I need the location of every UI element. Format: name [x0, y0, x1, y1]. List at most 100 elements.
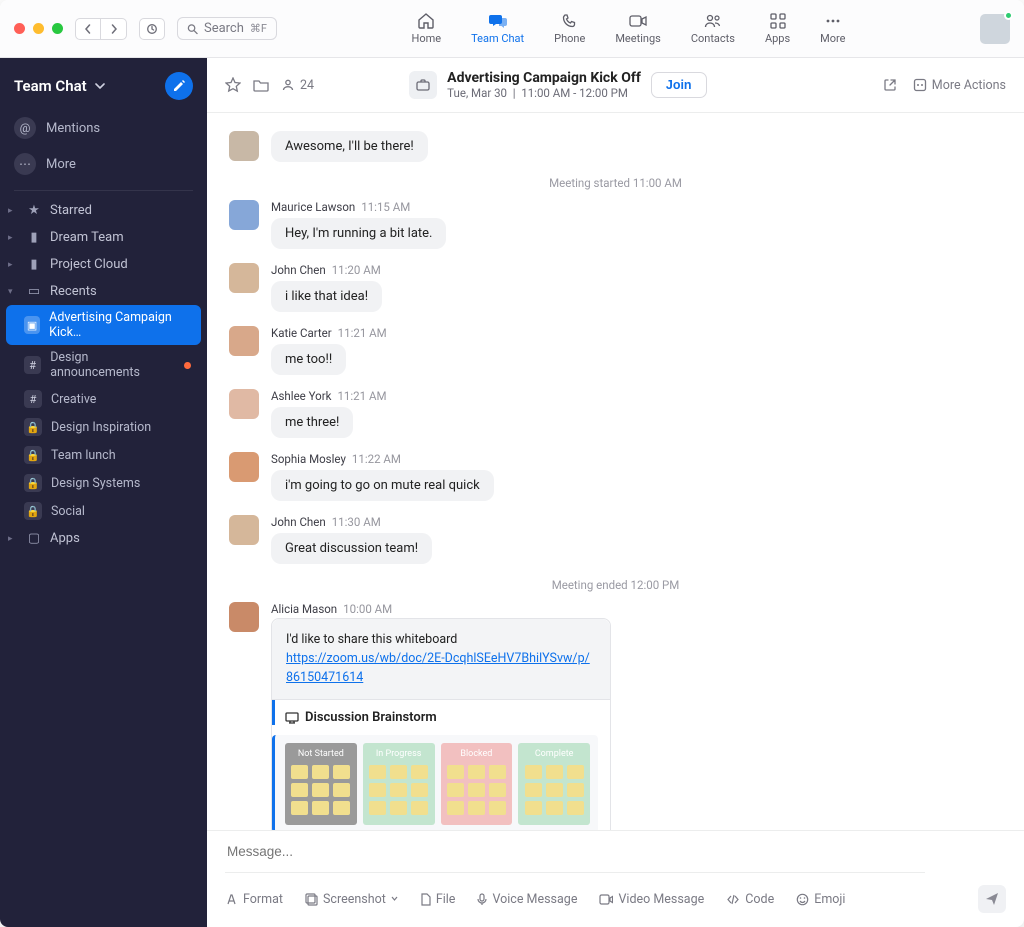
close-window[interactable] — [14, 23, 25, 34]
contacts-icon — [703, 12, 723, 30]
members-count[interactable]: 24 — [281, 78, 314, 93]
chat-subtitle: Tue, Mar 30 | 11:00 AM - 12:00 PM — [447, 86, 641, 100]
message-bubble[interactable]: Hey, I'm running a bit late. — [271, 218, 446, 249]
nav-apps[interactable]: Apps — [765, 12, 790, 45]
voice-message-button[interactable]: Voice Message — [477, 892, 577, 907]
profile-avatar[interactable] — [980, 14, 1010, 44]
channel-campaign[interactable]: ▣Advertising Campaign Kick… — [6, 305, 201, 345]
sidebar: Team Chat @ Mentions ⋯ More ▸★Starred ▸▮… — [0, 58, 207, 927]
file-button[interactable]: File — [420, 892, 456, 907]
nav-contacts[interactable]: Contacts — [691, 12, 735, 45]
timestamp: 11:22 AM — [352, 452, 401, 466]
message-bubble[interactable]: me three! — [271, 407, 353, 438]
channel-team-lunch[interactable]: 🔒Team lunch — [6, 441, 201, 469]
more-actions-button[interactable]: More Actions — [913, 78, 1006, 93]
timestamp: 11:15 AM — [361, 200, 410, 214]
open-external-button[interactable] — [883, 78, 897, 92]
message-bubble[interactable]: Awesome, I'll be there! — [271, 131, 428, 162]
sidebar-more[interactable]: ⋯ More — [0, 146, 207, 182]
chat-bubble-icon: ▭ — [26, 284, 42, 299]
search-placeholder: Search — [204, 21, 244, 36]
star-icon: ★ — [26, 203, 42, 218]
history-button[interactable] — [139, 18, 165, 40]
avatar[interactable] — [229, 452, 259, 482]
kanban-column: Not Started — [285, 743, 357, 825]
message-list[interactable]: Awesome, I'll be there! Meeting started … — [207, 113, 1024, 830]
video-message-button[interactable]: Video Message — [599, 892, 704, 907]
lock-icon: 🔒 — [24, 474, 42, 492]
nav-home[interactable]: Home — [412, 12, 442, 45]
window-controls — [14, 23, 63, 34]
briefcase-icon — [409, 71, 437, 99]
message-bubble[interactable]: i like that idea! — [271, 281, 382, 312]
section-recents[interactable]: ▾▭Recents — [0, 278, 207, 305]
nav-more[interactable]: More — [820, 12, 845, 45]
nav-meetings[interactable]: Meetings — [615, 12, 660, 45]
message-row: Maurice Lawson 11:15 AM Hey, I'm running … — [229, 200, 1002, 249]
timestamp: 11:20 AM — [332, 263, 381, 277]
meeting-ended-event: Meeting ended 12:00 PM — [229, 578, 1002, 592]
section-dream-team[interactable]: ▸▮Dream Team — [0, 224, 207, 251]
kanban-column: Blocked — [441, 743, 513, 825]
channel-creative[interactable]: #Creative — [6, 385, 201, 413]
apps-icon — [768, 12, 788, 30]
whiteboard-link[interactable]: https://zoom.us/wb/doc/2E-DcqhlSEeHV7Bhi… — [286, 651, 590, 685]
author: Alicia Mason — [271, 602, 337, 616]
message-bubble[interactable]: i'm going to go on mute real quick — [271, 470, 494, 501]
whiteboard-icon — [285, 712, 299, 724]
author: Ashlee York — [271, 389, 331, 403]
message-row: Awesome, I'll be there! — [229, 131, 1002, 162]
avatar[interactable] — [229, 131, 259, 161]
sidebar-mentions[interactable]: @ Mentions — [0, 110, 207, 146]
minimize-window[interactable] — [33, 23, 44, 34]
hash-icon: # — [24, 356, 41, 374]
avatar[interactable] — [229, 200, 259, 230]
nav-team-chat[interactable]: Team Chat — [471, 12, 524, 45]
message-bubble[interactable]: Great discussion team! — [271, 533, 432, 564]
message-bubble[interactable]: me too!! — [271, 344, 346, 375]
screenshot-button[interactable]: Screenshot — [305, 892, 398, 907]
search-input[interactable]: Search ⌘F — [177, 17, 277, 40]
folder-icon: ▮ — [26, 257, 42, 272]
code-button[interactable]: Code — [726, 892, 774, 907]
message-input[interactable] — [225, 831, 925, 873]
compose-button[interactable] — [165, 72, 193, 100]
channel-design-inspiration[interactable]: 🔒Design Inspiration — [6, 413, 201, 441]
maximize-window[interactable] — [52, 23, 63, 34]
emoji-button[interactable]: Emoji — [796, 892, 845, 907]
kanban-column: In Progress — [363, 743, 435, 825]
avatar[interactable] — [229, 389, 259, 419]
avatar[interactable] — [229, 515, 259, 545]
section-project-cloud[interactable]: ▸▮Project Cloud — [0, 251, 207, 278]
forward-button[interactable] — [101, 18, 127, 40]
kanban-preview[interactable]: Not StartedIn ProgressBlockedComplete — [272, 735, 598, 830]
back-button[interactable] — [75, 18, 101, 40]
avatar[interactable] — [229, 263, 259, 293]
folder-button[interactable] — [253, 78, 269, 92]
chevron-down-icon[interactable] — [95, 82, 105, 90]
author: John Chen — [271, 515, 326, 529]
send-button[interactable] — [978, 885, 1006, 913]
star-button[interactable] — [225, 77, 241, 93]
format-button[interactable]: Format — [225, 892, 283, 907]
folder-icon: ▮ — [26, 230, 42, 245]
unread-dot — [184, 362, 191, 369]
section-apps[interactable]: ▸▢Apps — [0, 525, 207, 552]
channel-design-announcements[interactable]: #Design announcements — [6, 345, 201, 385]
divider — [14, 190, 193, 191]
composer: Format Screenshot File Voice Message Vid… — [207, 830, 1024, 927]
channel-social[interactable]: 🔒Social — [6, 497, 201, 525]
author: Maurice Lawson — [271, 200, 355, 214]
section-starred[interactable]: ▸★Starred — [0, 197, 207, 224]
author: Katie Carter — [271, 326, 332, 340]
join-button[interactable]: Join — [651, 72, 707, 98]
hash-icon: # — [24, 390, 42, 408]
at-icon: @ — [14, 117, 36, 139]
nav-phone[interactable]: Phone — [554, 12, 585, 45]
avatar[interactable] — [229, 326, 259, 356]
briefcase-icon: ▣ — [24, 316, 40, 334]
channel-design-systems[interactable]: 🔒Design Systems — [6, 469, 201, 497]
chat-icon — [488, 12, 508, 30]
kanban-column: Complete — [518, 743, 590, 825]
avatar[interactable] — [229, 602, 259, 632]
